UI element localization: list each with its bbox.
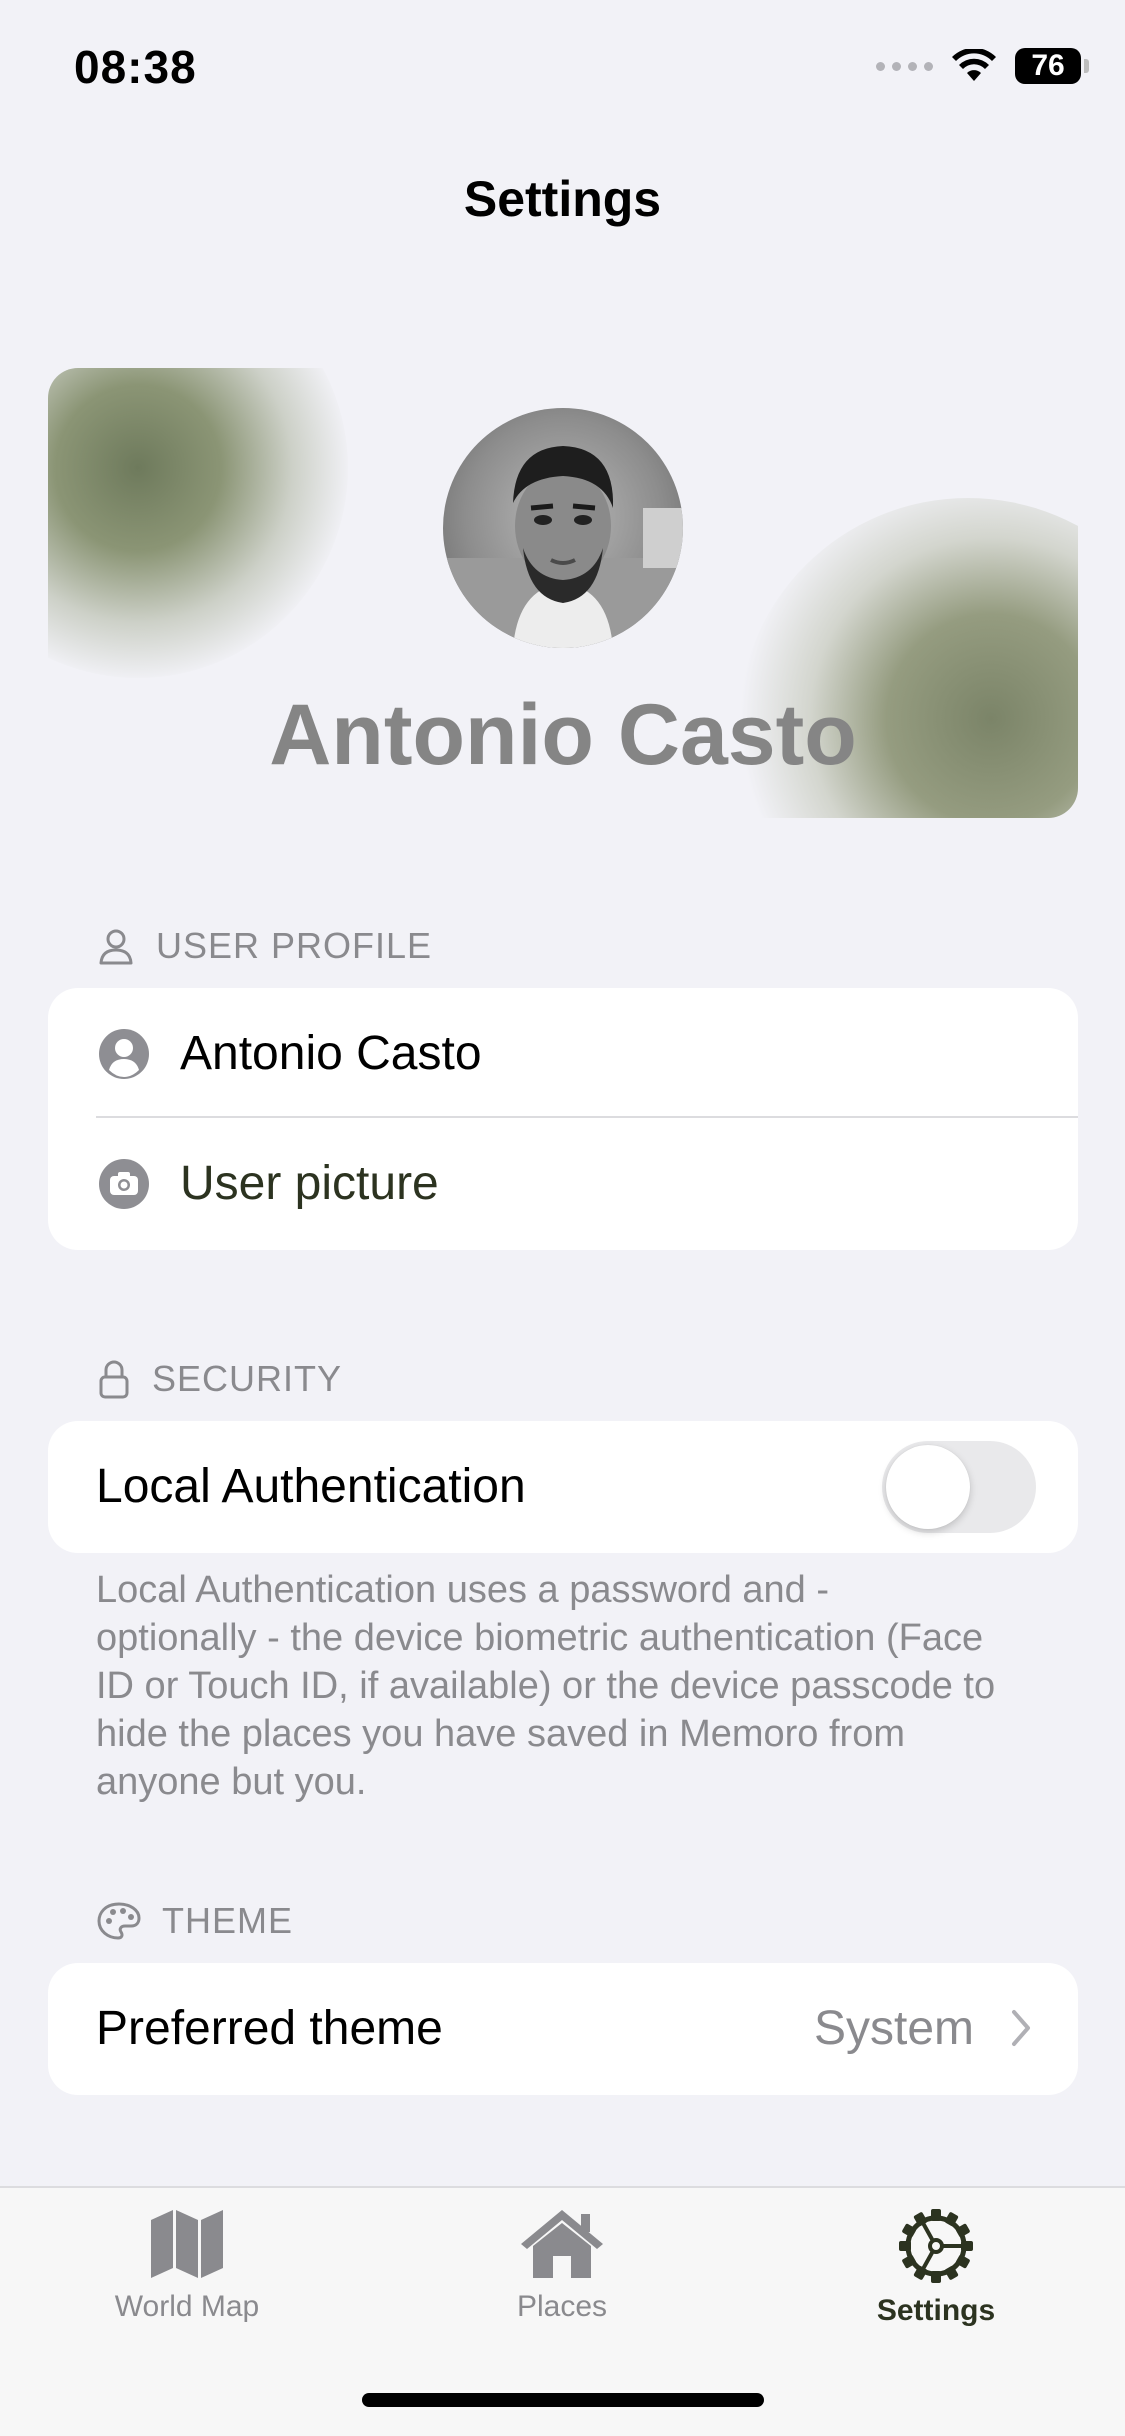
tab-world-map[interactable]: World Map <box>37 2208 337 2324</box>
section-header-user-profile: USER PROFILE <box>96 925 432 967</box>
local-authentication-toggle[interactable] <box>882 1441 1036 1533</box>
row-label: Preferred theme <box>96 2001 443 2055</box>
cellular-signal-icon <box>876 61 933 71</box>
row-label: Local Authentication <box>96 1459 526 1513</box>
row-user-picture[interactable]: User picture <box>48 1118 1078 1248</box>
avatar-portrait-image <box>443 446 683 648</box>
tab-label: World Map <box>114 2290 260 2323</box>
house-icon <box>521 2210 603 2278</box>
camera-icon <box>99 1159 149 1209</box>
section-header-security: SECURITY <box>96 1358 342 1400</box>
tab-label: Settings <box>876 2294 996 2327</box>
wifi-icon <box>952 49 996 81</box>
section-header-label: SECURITY <box>152 1358 343 1399</box>
section-header-label: USER PROFILE <box>156 925 433 966</box>
security-group: Local Authentication <box>48 1421 1078 1553</box>
map-icon <box>151 2210 223 2278</box>
row-preferred-theme[interactable]: Preferred theme System <box>48 1963 1078 2093</box>
row-label: Antonio Casto <box>180 1026 482 1080</box>
tab-label: Places <box>516 2290 608 2323</box>
person-circle-icon <box>99 1029 149 1079</box>
tab-places[interactable]: Places <box>412 2208 712 2324</box>
toggle-knob <box>886 1445 970 1529</box>
row-user-name[interactable]: Antonio Casto <box>48 988 1078 1118</box>
chevron-right-icon <box>1012 2010 1030 2046</box>
avatar[interactable] <box>443 408 683 648</box>
decorative-blob <box>48 368 348 678</box>
home-indicator[interactable] <box>362 2393 764 2407</box>
profile-name: Antonio Casto <box>269 687 857 783</box>
status-time: 08:38 <box>74 41 197 93</box>
settings-screen: 08:38 76 Settings Antonio Casto USER PRO… <box>0 0 1125 2436</box>
row-local-authentication: Local Authentication <box>48 1421 1078 1551</box>
tab-settings[interactable]: Settings <box>786 2208 1086 2328</box>
row-label: User picture <box>180 1156 439 1210</box>
person-icon <box>99 929 133 965</box>
battery-icon: 76 <box>1015 48 1089 84</box>
lock-icon <box>99 1360 129 1399</box>
user-profile-group: Antonio Casto User picture <box>48 988 1078 1250</box>
gear-icon <box>899 2209 973 2283</box>
palette-icon <box>97 1902 141 1940</box>
preferred-theme-value: System <box>813 2001 974 2055</box>
page-title: Settings <box>463 171 662 227</box>
status-indicators: 76 <box>876 48 1089 84</box>
security-footer-text: Local Authentication uses a password and… <box>96 1569 996 1803</box>
profile-header-card: Antonio Casto <box>48 368 1078 818</box>
theme-group: Preferred theme System <box>48 1963 1078 2095</box>
section-header-theme: THEME <box>96 1900 293 1942</box>
section-header-label: THEME <box>162 1900 293 1941</box>
